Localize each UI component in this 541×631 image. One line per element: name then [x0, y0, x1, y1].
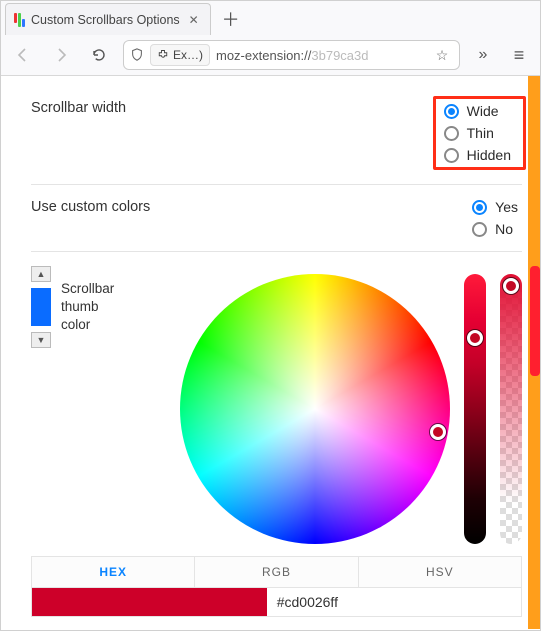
setting-scrollbar-width: Scrollbar width Wide Thin Hidden	[31, 86, 522, 185]
color-preview-swatch	[32, 588, 267, 616]
radio-wide[interactable]: Wide	[444, 103, 511, 119]
tab-hex[interactable]: HEX	[31, 556, 195, 587]
radio-hidden[interactable]: Hidden	[444, 147, 511, 163]
back-button[interactable]	[9, 41, 37, 69]
options-page: Scrollbar width Wide Thin Hidden Use cus…	[1, 76, 540, 629]
forward-button[interactable]	[47, 41, 75, 69]
setting-custom-colors: Use custom colors Yes No	[31, 185, 522, 252]
color-preset-spinner: ▲ ▼	[31, 266, 51, 348]
setting-label: Scrollbar width	[31, 100, 126, 116]
wheel-handle[interactable]	[430, 424, 446, 440]
custom-colors-radio-group: Yes No	[472, 199, 522, 237]
slider-handle[interactable]	[503, 278, 519, 294]
radio-icon	[472, 222, 487, 237]
radio-icon	[472, 200, 487, 215]
nav-toolbar: Ex…) moz-extension://3b79ca3d ☆ » ≡	[1, 35, 540, 75]
setting-thumb-color: ▲ ▼ Scrollbar thumb color	[31, 252, 522, 550]
close-tab-icon[interactable]: ✕	[186, 12, 202, 28]
spinner-down[interactable]: ▼	[31, 332, 51, 348]
browser-chrome: Custom Scrollbars Options ✕ ＋ Ex…) moz-e…	[1, 1, 540, 76]
custom-scrollbar-track	[528, 76, 540, 629]
radio-no[interactable]: No	[472, 221, 518, 237]
width-radio-group: Wide Thin Hidden	[444, 103, 515, 163]
browser-tab[interactable]: Custom Scrollbars Options ✕	[5, 3, 211, 35]
extension-chip-label: Ex…)	[173, 48, 203, 62]
radio-icon	[444, 104, 459, 119]
app-menu-icon[interactable]: ≡	[506, 45, 532, 66]
url-bar[interactable]: Ex…) moz-extension://3b79ca3d ☆	[123, 40, 460, 70]
highlight-box: Wide Thin Hidden	[433, 96, 526, 170]
setting-label: Use custom colors	[31, 199, 150, 215]
color-picker	[180, 274, 522, 544]
radio-yes[interactable]: Yes	[472, 199, 518, 215]
tab-title: Custom Scrollbars Options	[31, 13, 180, 27]
extension-favicon	[14, 13, 25, 27]
tab-strip: Custom Scrollbars Options ✕ ＋	[1, 1, 540, 35]
spinner-up[interactable]: ▲	[31, 266, 51, 282]
color-mode-tabs: HEX RGB HSV	[31, 556, 522, 587]
radio-icon	[444, 126, 459, 141]
preset-swatch[interactable]	[31, 288, 51, 326]
slider-handle[interactable]	[467, 330, 483, 346]
extension-chip[interactable]: Ex…)	[150, 44, 210, 66]
tab-rgb[interactable]: RGB	[195, 556, 358, 587]
color-wheel[interactable]	[180, 274, 450, 544]
new-tab-button[interactable]: ＋	[217, 3, 245, 35]
lightness-slider[interactable]	[464, 274, 486, 544]
alpha-slider[interactable]	[500, 274, 522, 544]
color-value-row: #cd0026ff	[31, 587, 522, 617]
bookmark-icon[interactable]: ☆	[431, 47, 453, 64]
overflow-menu-icon[interactable]: »	[470, 46, 496, 64]
shield-icon[interactable]	[130, 48, 144, 62]
reload-button[interactable]	[85, 41, 113, 69]
radio-thin[interactable]: Thin	[444, 125, 511, 141]
color-value-text[interactable]: #cd0026ff	[267, 588, 521, 616]
setting-label: Scrollbar thumb color	[61, 280, 125, 335]
url-text: moz-extension://3b79ca3d	[216, 48, 425, 63]
tab-hsv[interactable]: HSV	[359, 556, 522, 587]
radio-icon	[444, 148, 459, 163]
custom-scrollbar-thumb[interactable]	[530, 266, 540, 376]
